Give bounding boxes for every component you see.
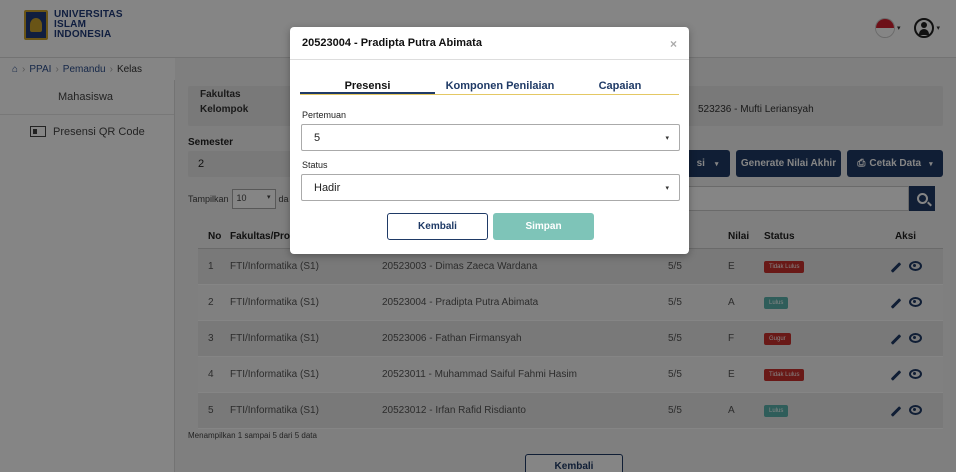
modal-tabs: Presensi Komponen Penilaian Capaian [300, 69, 679, 95]
pertemuan-label: Pertemuan [302, 110, 347, 120]
simpan-button[interactable]: Simpan [493, 213, 594, 240]
status-label: Status [302, 160, 328, 170]
tab-komponen-penilaian[interactable]: Komponen Penilaian [435, 69, 565, 94]
status-select[interactable]: Hadir ▾ [301, 174, 680, 201]
status-value: Hadir [314, 182, 341, 194]
presensi-modal: 20523004 - Pradipta Putra Abimata × Pres… [290, 27, 689, 254]
kembali-button[interactable]: Kembali [387, 213, 488, 240]
tab-capaian[interactable]: Capaian [565, 69, 675, 94]
modal-header: 20523004 - Pradipta Putra Abimata × [290, 27, 689, 60]
chevron-down-icon: ▾ [665, 185, 669, 192]
tab-presensi[interactable]: Presensi [300, 69, 435, 94]
chevron-down-icon: ▾ [665, 135, 669, 142]
pertemuan-value: 5 [314, 132, 321, 144]
close-icon[interactable]: × [670, 37, 677, 51]
pertemuan-select[interactable]: 5 ▾ [301, 124, 680, 151]
modal-title: 20523004 - Pradipta Putra Abimata [302, 37, 482, 49]
